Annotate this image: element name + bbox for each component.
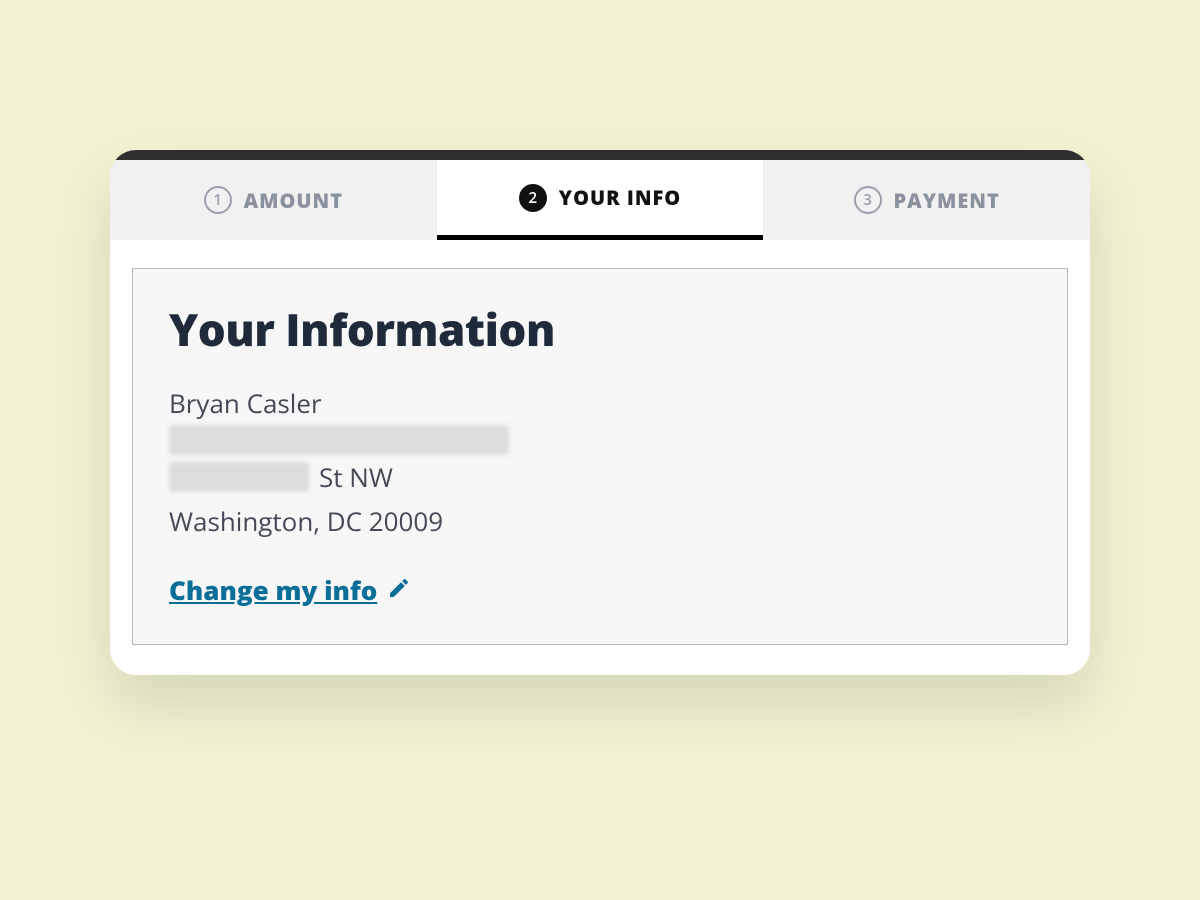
step-number-3: 3	[854, 186, 882, 214]
info-city-line: Washington, DC 20009	[169, 499, 1031, 543]
content-area: Your Information Bryan Casler St NW Wash…	[110, 240, 1090, 675]
redacted-block	[169, 462, 309, 492]
pencil-icon	[387, 572, 411, 608]
tab-label-payment: PAYMENT	[894, 187, 1000, 214]
your-info-box: Your Information Bryan Casler St NW Wash…	[132, 268, 1068, 645]
change-my-info-label: Change my info	[169, 572, 377, 608]
step-tabs: 1 AMOUNT 2 YOUR INFO 3 PAYMENT	[110, 160, 1090, 240]
info-street-line: St NW	[169, 455, 1031, 499]
tab-your-info[interactable]: 2 YOUR INFO	[437, 160, 764, 240]
redacted-block	[169, 425, 509, 455]
step-number-1: 1	[204, 186, 232, 214]
tab-amount[interactable]: 1 AMOUNT	[110, 160, 437, 240]
tab-label-amount: AMOUNT	[244, 187, 343, 214]
street-suffix: St NW	[319, 455, 393, 499]
card-topbar	[110, 150, 1090, 160]
checkout-card: 1 AMOUNT 2 YOUR INFO 3 PAYMENT Your Info…	[110, 150, 1090, 675]
tab-payment[interactable]: 3 PAYMENT	[763, 160, 1090, 240]
info-line-redacted-1	[169, 425, 1031, 455]
change-my-info-link[interactable]: Change my info	[169, 572, 411, 608]
tab-label-your-info: YOUR INFO	[559, 184, 681, 211]
info-name: Bryan Casler	[169, 381, 1031, 425]
your-info-heading: Your Information	[169, 299, 1031, 359]
step-number-2: 2	[519, 184, 547, 212]
